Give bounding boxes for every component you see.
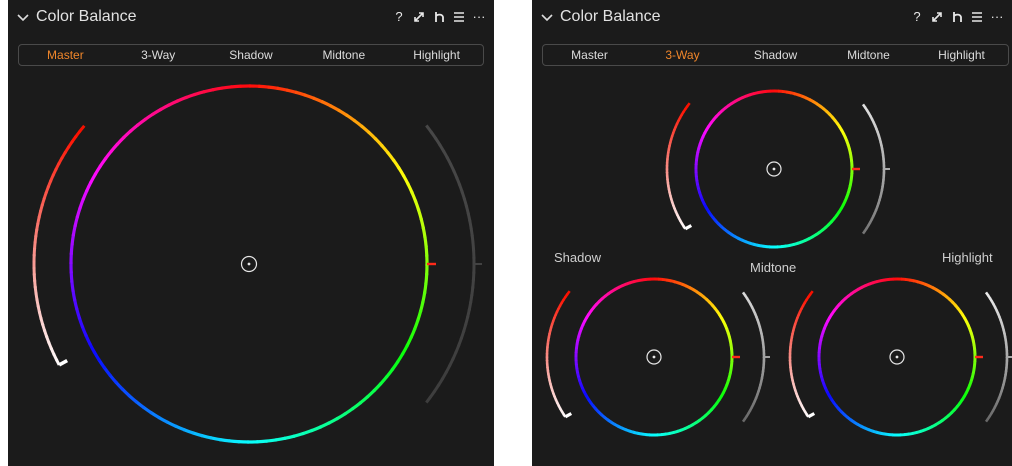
wheel-center-icon[interactable] — [766, 161, 782, 177]
wheel-center-icon[interactable] — [240, 255, 258, 273]
wheel-center-icon[interactable] — [889, 349, 905, 365]
highlight-luminance-slider[interactable] — [984, 291, 1012, 423]
saturation-handle[interactable] — [58, 358, 69, 367]
color-balance-panel-master: Color Balance ? ··· Master 3-Way Shadow … — [8, 0, 494, 466]
highlight-wheel-label: Highlight — [942, 250, 993, 265]
three-way-wheel-area — [545, 89, 1012, 437]
color-balance-panel-3way: Color Balance ? ··· Master 3-Way Shadow … — [532, 0, 1012, 466]
saturation-slider[interactable] — [32, 124, 86, 367]
shadow-wheel-label: Shadow — [554, 250, 601, 265]
master-wheel-area — [32, 84, 482, 444]
saturation-handle[interactable] — [564, 412, 573, 419]
shadow-luminance-slider[interactable] — [741, 291, 770, 423]
midtone-saturation-slider[interactable] — [665, 102, 693, 231]
shadow-color-wheel[interactable] — [574, 277, 740, 437]
midtone-luminance-slider[interactable] — [861, 103, 890, 235]
master-color-wheel[interactable] — [69, 84, 436, 444]
saturation-handle[interactable] — [684, 224, 693, 231]
wheel-center-icon[interactable] — [646, 349, 662, 365]
midtone-wheel-label: Midtone — [750, 260, 797, 275]
midtone-color-wheel[interactable] — [694, 89, 860, 249]
highlight-saturation-slider[interactable] — [788, 290, 816, 419]
highlight-color-wheel[interactable] — [817, 277, 983, 437]
saturation-handle[interactable] — [807, 412, 816, 419]
shadow-saturation-slider[interactable] — [545, 290, 573, 419]
